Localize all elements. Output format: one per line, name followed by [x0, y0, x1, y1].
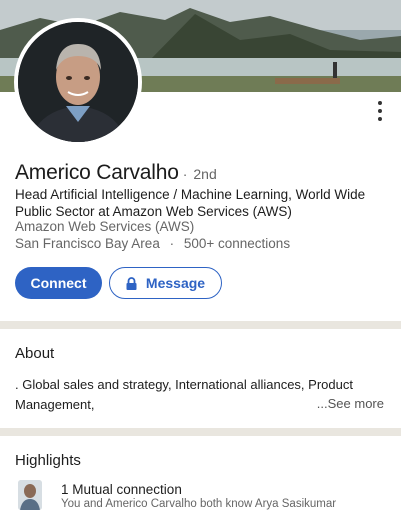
about-title: About	[15, 345, 55, 362]
mutual-connection-subtitle: You and Americo Carvalho both know Arya …	[61, 498, 337, 510]
section-divider	[0, 321, 401, 329]
profile-avatar[interactable]	[14, 18, 142, 146]
connections-count[interactable]: 500+ connections	[184, 236, 290, 251]
profile-name: Americo Carvalho	[15, 161, 179, 184]
see-more-link[interactable]: ...See more	[316, 396, 384, 411]
message-label: Message	[145, 275, 206, 291]
more-dot	[378, 117, 382, 121]
profile-headline: Head Artificial Intelligence / Machine L…	[15, 187, 366, 219]
mutual-connection-title[interactable]: 1 Mutual connection	[61, 482, 182, 497]
connect-button[interactable]: Connect	[15, 267, 102, 299]
message-button[interactable]: Message	[109, 267, 222, 299]
name-row: Americo Carvalho · 2nd	[15, 161, 217, 185]
profile-company: Amazon Web Services (AWS)	[15, 219, 195, 234]
location-separator: ·	[169, 236, 175, 251]
location-row: San Francisco Bay Area · 500+ connection…	[15, 236, 290, 251]
connection-degree: 2nd	[193, 166, 217, 182]
mutual-connection-avatar[interactable]	[18, 480, 42, 510]
degree-separator: ·	[182, 166, 188, 182]
more-vertical-icon[interactable]	[369, 98, 391, 124]
profile-location: San Francisco Bay Area	[15, 236, 160, 251]
more-dot	[378, 109, 382, 113]
highlights-title: Highlights	[15, 452, 81, 469]
lock-icon	[126, 276, 137, 290]
more-dot	[378, 101, 382, 105]
section-divider	[0, 428, 401, 436]
